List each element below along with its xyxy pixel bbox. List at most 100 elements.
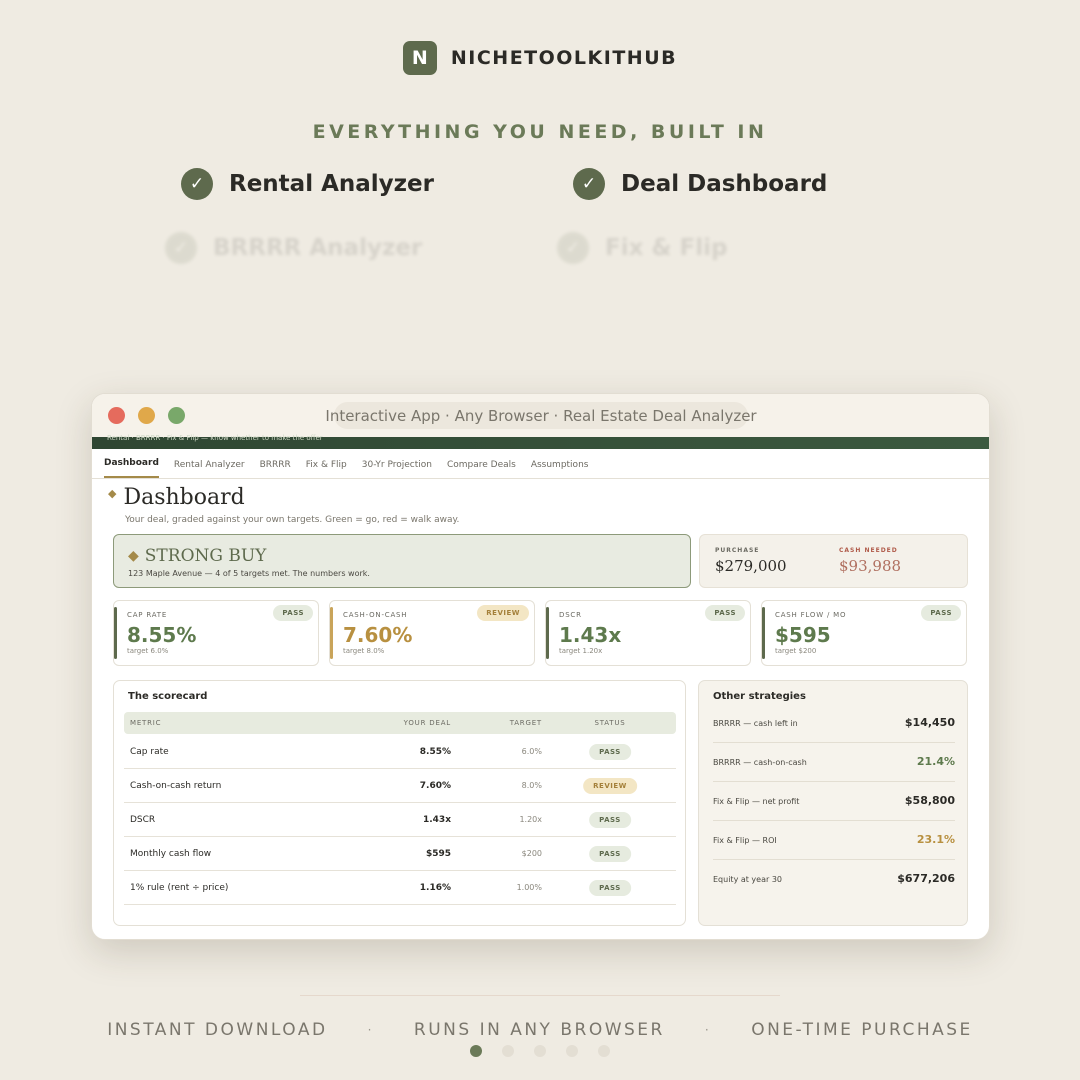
check-icon: ✓ bbox=[165, 232, 197, 264]
metric-cell: 1% rule (rent ÷ price) bbox=[130, 883, 229, 893]
strategy-value: 23.1% bbox=[916, 833, 955, 846]
verdict-title-text: STRONG BUY bbox=[144, 546, 267, 566]
table-header: METRIC YOUR DEAL TARGET STATUS bbox=[124, 712, 676, 734]
check-icon: ✓ bbox=[557, 232, 589, 264]
status-badge: REVIEW bbox=[477, 605, 529, 621]
column-header: YOUR DEAL bbox=[403, 719, 451, 727]
kpi-status-bar bbox=[114, 607, 117, 659]
deal-cell: 1.43x bbox=[422, 815, 451, 825]
strategy-label: Fix & Flip — ROI bbox=[713, 836, 777, 845]
kpi-target: target $200 bbox=[775, 647, 817, 655]
window-titlebar: Interactive App · Any Browser · Real Est… bbox=[92, 394, 989, 437]
tab-compare-deals[interactable]: Compare Deals bbox=[447, 460, 516, 478]
cash-needed-value: $93,988 bbox=[839, 557, 902, 575]
strategy-label: Equity at year 30 bbox=[713, 875, 782, 884]
pager-dot-5[interactable] bbox=[598, 1045, 610, 1057]
kpi-target: target 6.0% bbox=[127, 647, 169, 655]
feature-label: Deal Dashboard bbox=[621, 171, 828, 197]
kpi-target: target 1.20x bbox=[559, 647, 603, 655]
kpi-status-bar bbox=[330, 607, 333, 659]
pager-dot-3[interactable] bbox=[534, 1045, 546, 1057]
list-item: BRRRR — cash left in $14,450 bbox=[713, 704, 955, 743]
app-header-band: Rental · BRRRR · Fix & Flip — know wheth… bbox=[92, 434, 989, 449]
metric-cell: Monthly cash flow bbox=[130, 849, 212, 859]
column-header: METRIC bbox=[130, 719, 162, 727]
maximize-window-button[interactable] bbox=[168, 407, 185, 424]
minimize-window-button[interactable] bbox=[138, 407, 155, 424]
strategy-value: $14,450 bbox=[904, 716, 955, 729]
deal-cell: 1.16% bbox=[419, 883, 451, 893]
strategy-label: Fix & Flip — net profit bbox=[713, 797, 800, 806]
kpi-value: 8.55% bbox=[127, 623, 197, 647]
strategy-value: $58,800 bbox=[904, 794, 955, 807]
kpi-card-cash-on-cash: CASH-ON-CASH 7.60% target 8.0% REVIEW bbox=[329, 600, 535, 666]
feature-label: Fix & Flip bbox=[605, 235, 728, 261]
check-icon: ✓ bbox=[181, 168, 213, 200]
kpi-value: 1.43x bbox=[559, 623, 622, 647]
brand-name: NICHETOOLKITHUB bbox=[450, 47, 678, 69]
address-bar[interactable]: Interactive App · Any Browser · Real Est… bbox=[325, 402, 757, 429]
tab-30yr-projection[interactable]: 30-Yr Projection bbox=[362, 460, 432, 478]
pagination-dots bbox=[0, 1045, 1080, 1057]
pager-dot-1[interactable] bbox=[470, 1045, 482, 1057]
status-badge: PASS bbox=[705, 605, 745, 621]
status-badge: PASS bbox=[589, 880, 631, 896]
column-header: TARGET bbox=[509, 719, 542, 727]
table-row: Monthly cash flow $595 $200 PASS bbox=[124, 837, 676, 871]
list-item: Equity at year 30 $677,206 bbox=[713, 860, 955, 899]
cash-needed-label: CASH NEEDED bbox=[839, 547, 898, 554]
tab-rental-analyzer[interactable]: Rental Analyzer bbox=[174, 460, 245, 478]
status-badge: PASS bbox=[589, 812, 631, 828]
tab-brrrr[interactable]: BRRRR bbox=[260, 460, 291, 478]
kpi-card-cash-flow: CASH FLOW / MO $595 target $200 PASS bbox=[761, 600, 967, 666]
target-cell: 1.00% bbox=[516, 883, 542, 892]
other-strategies-title: Other strategies bbox=[713, 691, 806, 702]
status-badge: PASS bbox=[273, 605, 313, 621]
verdict-title: ◆ STRONG BUY bbox=[128, 546, 676, 566]
diamond-icon: ◆ bbox=[108, 487, 117, 500]
page-subtitle: Your deal, graded against your own targe… bbox=[125, 515, 460, 525]
list-item: Fix & Flip — ROI 23.1% bbox=[713, 821, 955, 860]
feature-label: BRRRR Analyzer bbox=[213, 235, 423, 261]
footer-item: ONE-TIME PURCHASE bbox=[751, 1020, 973, 1040]
tab-assumptions[interactable]: Assumptions bbox=[531, 460, 589, 478]
table-row: Cap rate 8.55% 6.0% PASS bbox=[124, 735, 676, 769]
status-badge: PASS bbox=[589, 744, 631, 760]
feature-item-faded: ✓ BRRRR Analyzer bbox=[165, 232, 422, 264]
check-icon: ✓ bbox=[573, 168, 605, 200]
feature-item: ✓ Rental Analyzer bbox=[181, 168, 434, 200]
verdict-subtitle: 123 Maple Avenue — 4 of 5 targets met. T… bbox=[128, 569, 370, 578]
feature-item: ✓ Deal Dashboard bbox=[573, 168, 827, 200]
table-row: Cash-on-cash return 7.60% 8.0% REVIEW bbox=[124, 769, 676, 803]
verdict-card: ◆ STRONG BUY 123 Maple Avenue — 4 of 5 t… bbox=[113, 534, 691, 588]
kpi-card-dscr: DSCR 1.43x target 1.20x PASS bbox=[545, 600, 751, 666]
target-cell: 6.0% bbox=[521, 747, 542, 756]
tab-dashboard[interactable]: Dashboard bbox=[104, 458, 159, 478]
price-summary: PURCHASE $279,000 CASH NEEDED $93,988 bbox=[699, 534, 968, 588]
strategy-label: BRRRR — cash left in bbox=[713, 719, 798, 728]
purchase-label: PURCHASE bbox=[715, 547, 760, 554]
pager-dot-2[interactable] bbox=[502, 1045, 514, 1057]
feature-label: Rental Analyzer bbox=[229, 171, 434, 197]
target-cell: 1.20x bbox=[519, 815, 542, 824]
pager-dot-4[interactable] bbox=[566, 1045, 578, 1057]
strategy-value: 21.4% bbox=[916, 755, 955, 768]
kpi-status-bar bbox=[546, 607, 549, 659]
deal-cell: 8.55% bbox=[419, 747, 451, 757]
feature-item-faded: ✓ Fix & Flip bbox=[557, 232, 727, 264]
close-window-button[interactable] bbox=[108, 407, 125, 424]
column-header: STATUS bbox=[594, 719, 626, 727]
kpi-label: DSCR bbox=[559, 611, 582, 619]
list-item: Fix & Flip — net profit $58,800 bbox=[713, 782, 955, 821]
table-row: DSCR 1.43x 1.20x PASS bbox=[124, 803, 676, 837]
header-band-text: Rental · BRRRR · Fix & Flip — know wheth… bbox=[107, 434, 323, 442]
brand: N NICHETOOLKITHUB bbox=[0, 41, 1080, 75]
divider bbox=[300, 995, 780, 996]
scorecard-title: The scorecard bbox=[128, 691, 208, 702]
other-strategies-panel: Other strategies BRRRR — cash left in $1… bbox=[698, 680, 968, 926]
scorecard-table: The scorecard METRIC YOUR DEAL TARGET ST… bbox=[113, 680, 686, 926]
strategy-label: BRRRR — cash-on-cash bbox=[713, 758, 807, 767]
metric-cell: Cash-on-cash return bbox=[130, 781, 222, 791]
page-title-text: Dashboard bbox=[123, 485, 245, 510]
tab-fix-flip[interactable]: Fix & Flip bbox=[306, 460, 347, 478]
